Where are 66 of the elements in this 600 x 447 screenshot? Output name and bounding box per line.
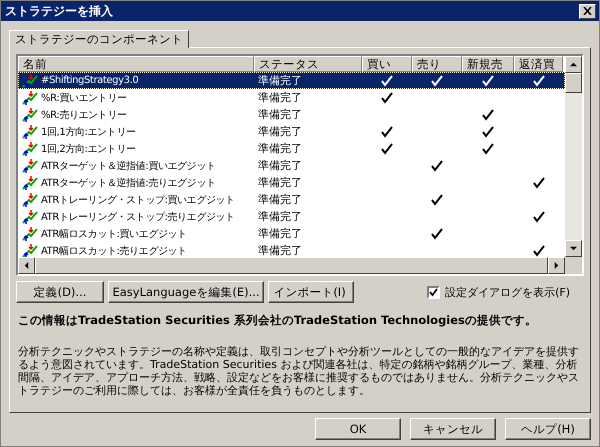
scroll-left-button[interactable] bbox=[18, 257, 35, 274]
strategy-icon bbox=[22, 90, 38, 106]
scroll-down-button[interactable] bbox=[565, 240, 582, 257]
status-cell-text: 準備完了 bbox=[257, 90, 303, 105]
strategy-name: %R:売りエントリー bbox=[41, 108, 127, 122]
tab[interactable]: ストラテジーのコンポーネント bbox=[9, 30, 189, 48]
notice-text: この情報はTradeStation Securities 系列会社のTradeStation Technologiesの提供です。 bbox=[18, 313, 538, 328]
strategy-name: 1回,1方向:エントリー bbox=[41, 126, 136, 138]
strategy-icon bbox=[22, 192, 38, 208]
strategy-icon bbox=[22, 140, 38, 156]
close-icon bbox=[583, 7, 592, 15]
dialog-button[interactable]: キャンセル bbox=[410, 418, 496, 440]
dialog-button[interactable]: ヘルプ(H) bbox=[505, 418, 591, 440]
dialog-button[interactable]: OK bbox=[315, 418, 401, 440]
column-header[interactable]: 返済買 bbox=[514, 56, 563, 72]
strategy-name: %R:買いエントリー bbox=[41, 92, 127, 104]
strategy-icon bbox=[22, 174, 38, 190]
strategy-icon bbox=[22, 72, 38, 88]
strategy-icon bbox=[22, 208, 38, 224]
strategy-name: ATRトレーリング・ストップ:売りエグジット bbox=[41, 210, 235, 224]
status-cell-text: 準備完了 bbox=[257, 192, 303, 207]
strategy-icon bbox=[22, 242, 38, 257]
strategy-icon bbox=[22, 106, 38, 122]
status-cell-text: 準備完了 bbox=[257, 243, 303, 257]
column-header[interactable]: 買い bbox=[362, 56, 412, 72]
window-title: ストラテジーを挿入 bbox=[5, 2, 113, 20]
strategy-name: #ShiftingStrategy3.0 bbox=[41, 75, 138, 86]
scroll-right-button[interactable] bbox=[548, 257, 565, 274]
strategy-name: 1回,2方向:エントリー bbox=[41, 142, 136, 156]
checkbox[interactable] bbox=[427, 286, 440, 298]
strategy-icon bbox=[22, 158, 38, 174]
status-cell-text: 準備完了 bbox=[257, 226, 303, 241]
arrow-icon bbox=[570, 245, 577, 252]
status-cell-text: 準備完了 bbox=[257, 158, 303, 173]
scroll-up-button[interactable] bbox=[565, 56, 582, 73]
action-button[interactable]: インポート(I) bbox=[268, 281, 354, 303]
column-header[interactable]: 売り bbox=[412, 56, 462, 72]
vertical-scrollbar[interactable] bbox=[565, 56, 582, 257]
status-cell-text: 準備完了 bbox=[257, 73, 303, 88]
status-cell-text: 準備完了 bbox=[257, 141, 303, 156]
strategy-icon bbox=[22, 124, 38, 140]
arrow-icon bbox=[570, 61, 577, 68]
checkbox-label: 設定ダイアログを表示(F) bbox=[445, 284, 570, 300]
table-row[interactable]: #ShiftingStrategy3.0 準備完了 bbox=[18, 72, 565, 89]
column-header[interactable]: ステータス bbox=[254, 56, 362, 72]
close-button[interactable] bbox=[579, 4, 596, 18]
action-button[interactable]: 定義(D)... bbox=[16, 281, 104, 303]
arrow-icon bbox=[553, 262, 560, 269]
column-header[interactable]: 新規売 bbox=[462, 56, 514, 72]
status-cell-text: 準備完了 bbox=[257, 209, 303, 224]
status-cell-text: 準備完了 bbox=[257, 175, 303, 190]
strategy-name: ATRターゲット＆逆指値:売りエグジット bbox=[41, 176, 216, 190]
column-header[interactable]: 名前 bbox=[18, 56, 254, 72]
scroll-thumb[interactable] bbox=[565, 73, 582, 93]
strategy-icon bbox=[22, 226, 38, 242]
status-cell-text: 準備完了 bbox=[257, 124, 303, 139]
strategy-name: ATRターゲット＆逆指値:買いエグジット bbox=[41, 160, 216, 172]
strategy-name: ATR幅ロスカット:買いエグジット bbox=[41, 228, 187, 240]
scrollbar-corner bbox=[565, 257, 582, 274]
arrow-icon bbox=[23, 262, 30, 269]
status-cell-text: 準備完了 bbox=[257, 107, 303, 122]
strategy-name: ATR幅ロスカット:売りエグジット bbox=[41, 244, 187, 257]
disclaimer-text: 分析テクニックやストラテジーの名称や定義は、取引コンセプトや分析ツールとしての一般的なアイデアを提供するよう意図されています。TradeStation Securities および関連各社は、特定の銘柄や銘柄グループ、業種、分析間隔、アイデア、アプローチ方法、戦略、設定などをお客様に推奨するものではありません。分析テクニックやストラテジーのご利用に際しては、お客様が全責任を負うものとします。 bbox=[18, 345, 580, 397]
check-icon bbox=[429, 288, 438, 296]
action-button[interactable]: EasyLanguageを編集(E)... bbox=[108, 281, 264, 303]
strategy-name: ATRトレーリング・ストップ:買いエグジット bbox=[41, 194, 235, 206]
